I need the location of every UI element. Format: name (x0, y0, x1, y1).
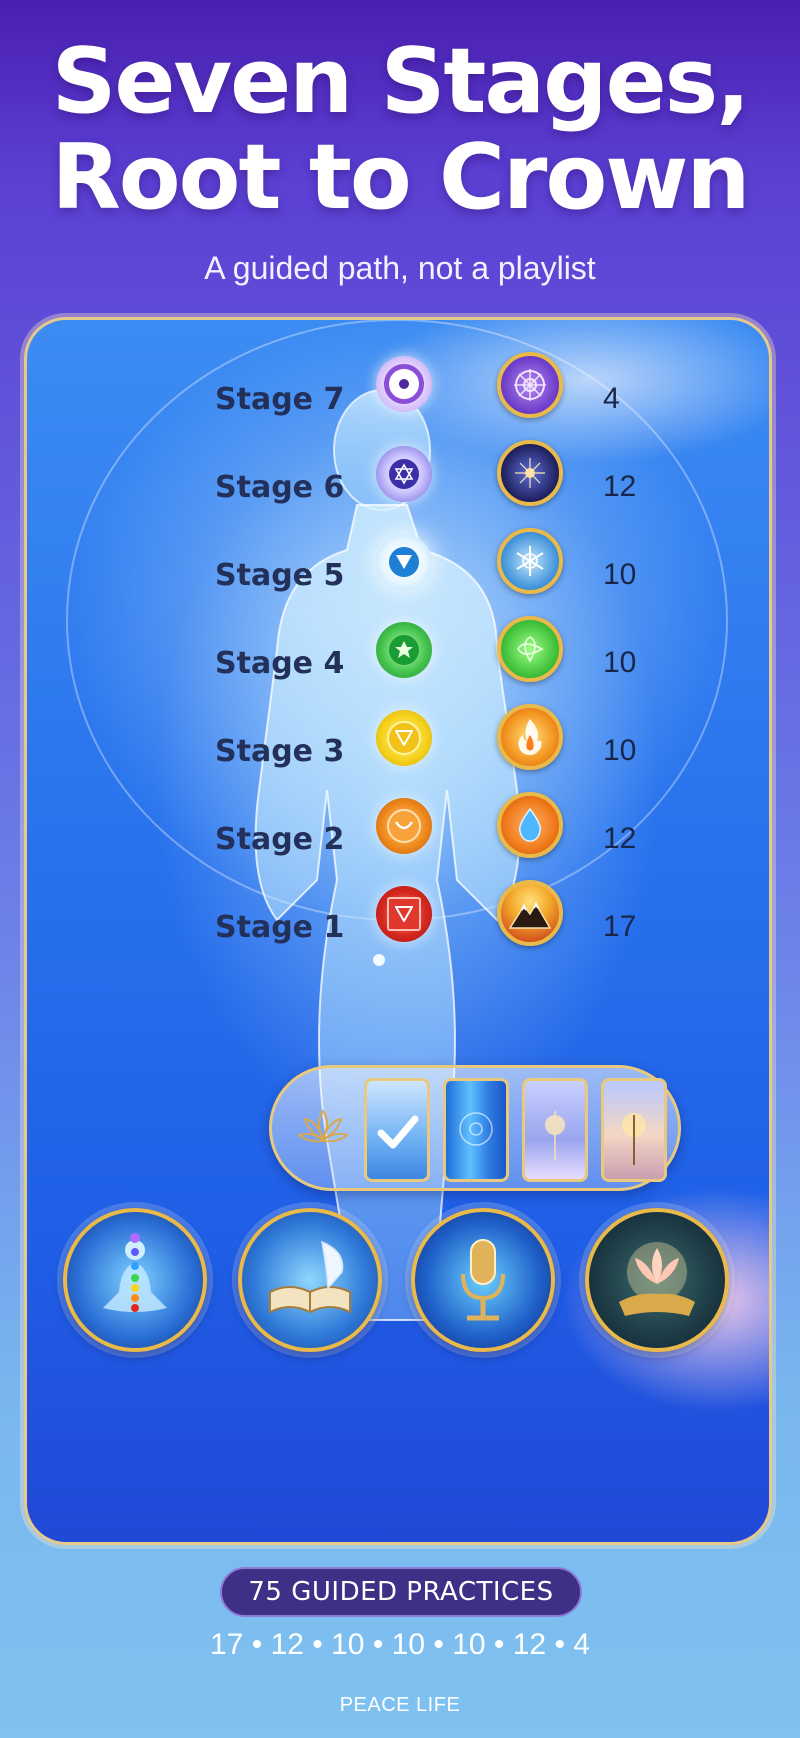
thumb-meditation-light[interactable] (522, 1078, 588, 1182)
sacral-chakra-icon[interactable] (376, 798, 432, 854)
stage-3-label: Stage 3 (215, 734, 345, 769)
thumb-waterfall[interactable] (443, 1078, 509, 1182)
third-eye-star-icon[interactable] (497, 440, 563, 506)
stage-4-count: 10 (603, 646, 637, 679)
stage-1-label: Stage 1 (215, 910, 345, 945)
stage-1-count: 17 (603, 910, 637, 943)
page-title: Seven Stages, Root to Crown (0, 34, 800, 226)
water-drop-icon[interactable] (497, 792, 563, 858)
stage-7-label: Stage 7 (215, 382, 345, 417)
book-quill-icon[interactable] (238, 1208, 382, 1352)
throat-chakra-icon[interactable] (376, 534, 432, 590)
stage-5-count: 10 (603, 558, 637, 591)
root-chakra-icon[interactable] (376, 886, 432, 942)
mountain-icon[interactable] (497, 880, 563, 946)
stage-6-count: 12 (603, 470, 637, 503)
stage-6-label: Stage 6 (215, 470, 345, 505)
stage-3-count: 10 (603, 734, 637, 767)
crown-mandala-icon[interactable] (497, 352, 563, 418)
stage-4-label: Stage 4 (215, 646, 345, 681)
thumb-sky-selected[interactable] (364, 1078, 430, 1182)
thumb-sunset-figure[interactable] (601, 1078, 667, 1182)
stage-5-label: Stage 5 (215, 558, 345, 593)
fire-icon[interactable] (497, 704, 563, 770)
lotus-hands-icon[interactable] (585, 1208, 729, 1352)
title-line-1: Seven Stages, (51, 29, 751, 134)
heart-chakra-icon[interactable] (376, 622, 432, 678)
stages-card: Stage 7 4 Stage 6 12 Stage 5 10 Stage 4 … (24, 317, 772, 1545)
brand-name: PEACE LIFE (339, 1694, 461, 1716)
stage-2-label: Stage 2 (215, 822, 345, 857)
throat-snowflake-icon[interactable] (497, 528, 563, 594)
stage-2-count: 12 (603, 822, 637, 855)
practices-count-badge: 75 GUIDED PRACTICES (220, 1567, 582, 1617)
third-eye-chakra-icon[interactable] (376, 446, 432, 502)
solar-plexus-chakra-icon[interactable] (376, 710, 432, 766)
lotus-icon[interactable] (288, 1094, 358, 1164)
subtitle: A guided path, not a playlist (204, 250, 596, 286)
heart-leaf-icon[interactable] (497, 616, 563, 682)
meditation-figure-icon[interactable] (63, 1208, 207, 1352)
microphone-icon[interactable] (411, 1208, 555, 1352)
title-line-2: Root to Crown (51, 125, 751, 230)
practice-selector[interactable] (269, 1065, 681, 1191)
crown-chakra-icon[interactable] (376, 356, 432, 412)
stage-7-count: 4 (603, 382, 620, 415)
practices-breakdown: 17 • 12 • 10 • 10 • 10 • 12 • 4 (210, 1628, 590, 1661)
